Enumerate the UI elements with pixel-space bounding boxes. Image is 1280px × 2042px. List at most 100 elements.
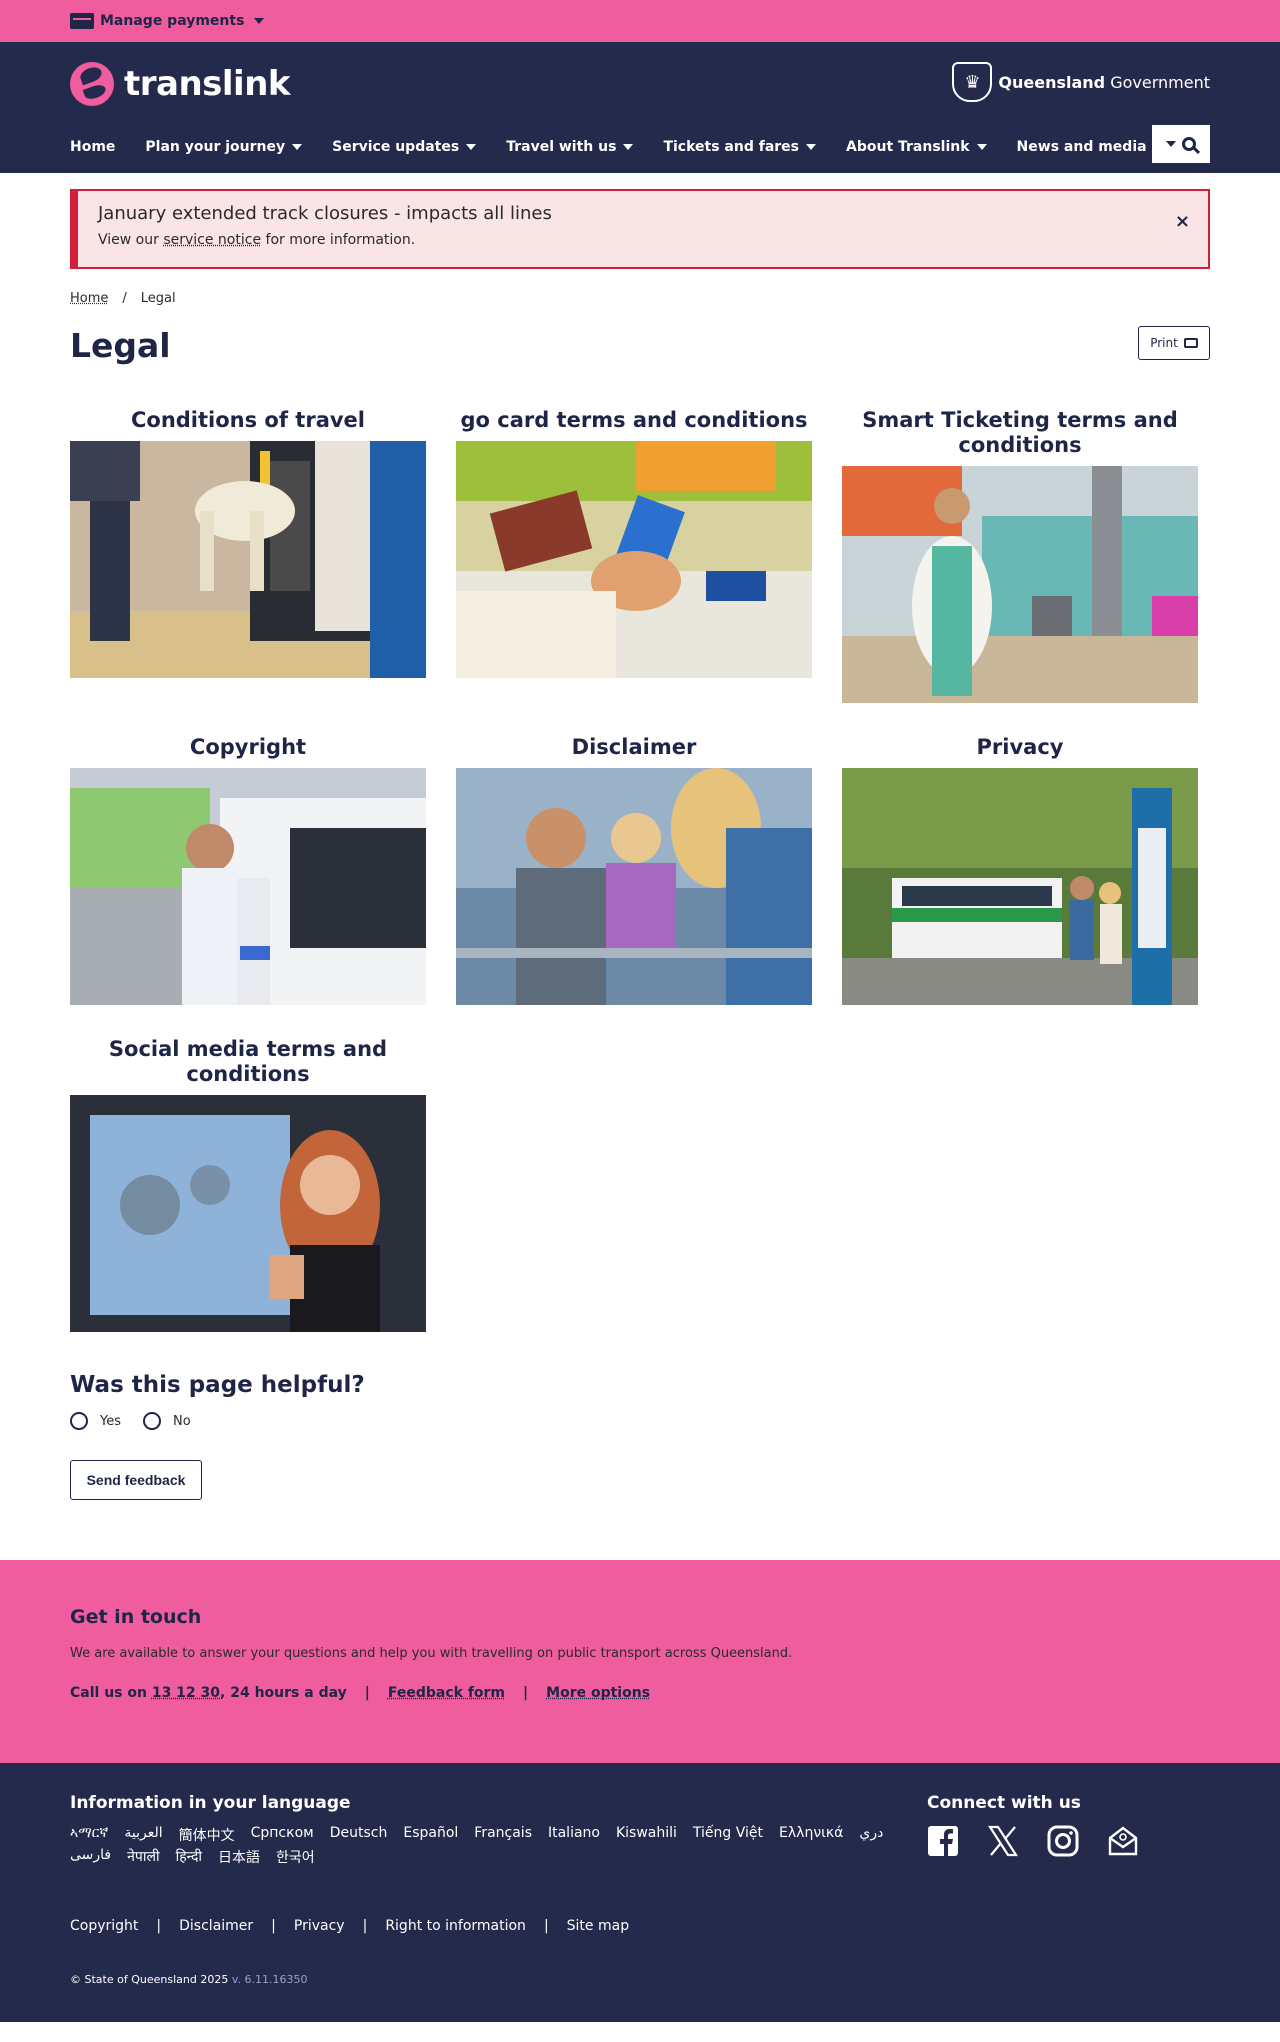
tile-image-guide-dog-boarding-bus: [70, 441, 426, 678]
manage-payments-menu[interactable]: Manage payments: [70, 13, 265, 29]
site-header: translink ♛ Queensland Government Home P…: [0, 42, 1280, 173]
language-link[interactable]: Italiano: [548, 1825, 600, 1845]
connect-section: Connect with us: [927, 1793, 1139, 1857]
footer-link-privacy[interactable]: Privacy: [294, 1918, 345, 1934]
tile-privacy[interactable]: Privacy: [842, 735, 1198, 1005]
search-toggle-button[interactable]: [1152, 125, 1210, 163]
alert-close-icon[interactable]: ×: [1175, 211, 1190, 232]
copyright-notice: © State of Queensland 2025 v. 6.11.16350: [70, 1973, 307, 1986]
caret-down-icon: [976, 144, 987, 150]
language-links: ኣማርኛ العربية 簡体中文 Српском Deutsch Españo…: [70, 1825, 890, 1867]
caret-down-icon: [623, 144, 634, 150]
translink-logo-mark-icon: [70, 62, 114, 106]
language-link[interactable]: हिन्दी: [176, 1847, 202, 1867]
breadcrumb-home[interactable]: Home: [70, 291, 108, 306]
translink-logo-text: translink: [124, 64, 291, 104]
nav-travel-with-us[interactable]: Travel with us: [506, 139, 634, 155]
language-link[interactable]: 한국어: [276, 1847, 315, 1867]
yes-label: Yes: [100, 1413, 121, 1429]
facebook-icon[interactable]: [927, 1825, 959, 1857]
tile-title: Copyright: [189, 735, 307, 759]
tile-title: Disclaimer: [571, 735, 697, 759]
service-notice-link[interactable]: service notice: [163, 232, 261, 248]
footer-link-right-to-information[interactable]: Right to information: [385, 1918, 526, 1934]
language-link[interactable]: Español: [403, 1825, 458, 1845]
language-link[interactable]: Српском: [251, 1825, 314, 1845]
footer-link-disclaimer[interactable]: Disclaimer: [179, 1918, 253, 1934]
nav-about-translink[interactable]: About Translink: [846, 139, 987, 155]
nav-service-updates[interactable]: Service updates: [332, 139, 477, 155]
credit-card-icon: [70, 13, 94, 29]
contact-links: Call us on 13 12 30, 24 hours a day | Fe…: [70, 1685, 1210, 1701]
call-us: Call us on 13 12 30, 24 hours a day: [70, 1685, 347, 1701]
tile-image-smart-ticketing-reader: [842, 466, 1198, 703]
print-label: Print: [1150, 336, 1178, 350]
email-newsletter-icon[interactable]: [1107, 1825, 1139, 1857]
separator: |: [271, 1918, 276, 1934]
nav-news-and-media[interactable]: News and media: [1017, 139, 1164, 155]
footer-links: Copyright | Disclaimer | Privacy | Right…: [70, 1918, 629, 1934]
language-link[interactable]: Français: [474, 1825, 532, 1845]
language-link[interactable]: فارسی: [70, 1847, 111, 1867]
gov-rest: Government: [1105, 72, 1210, 92]
language-link[interactable]: 簡体中文: [179, 1825, 235, 1845]
language-link[interactable]: Ελληνικά: [779, 1825, 843, 1845]
feedback-yes-option[interactable]: Yes: [70, 1412, 121, 1430]
gov-bold: Queensland: [998, 72, 1106, 92]
caret-down-icon: [292, 144, 303, 150]
queensland-crest-icon: ♛: [952, 62, 993, 102]
feedback-form-link[interactable]: Feedback form: [388, 1685, 505, 1701]
feedback-question: Was this page helpful?: [70, 1372, 365, 1398]
more-options-link[interactable]: More options: [546, 1685, 650, 1701]
feedback-options: Yes No: [70, 1412, 1210, 1430]
no-label: No: [173, 1413, 191, 1429]
separator: |: [543, 1918, 549, 1934]
nav-label: Home: [70, 139, 116, 155]
caret-down-icon: [806, 144, 816, 150]
connect-heading: Connect with us: [927, 1793, 1081, 1813]
alert-body-post: for more information.: [261, 232, 416, 248]
translink-logo[interactable]: translink: [70, 62, 291, 106]
language-link[interactable]: नेपाली: [127, 1847, 159, 1867]
page-feedback: Was this page helpful? Yes No Send feedb…: [70, 1372, 1210, 1500]
language-link[interactable]: 日本語: [218, 1847, 260, 1867]
queensland-government-logo[interactable]: ♛ Queensland Government: [952, 62, 1210, 102]
tile-image-go-card-purchase: [456, 441, 812, 678]
separator: |: [364, 1685, 370, 1701]
language-link[interactable]: العربية: [124, 1825, 162, 1845]
yes-radio[interactable]: [70, 1412, 88, 1430]
version-text: v. 6.11.16350: [231, 1973, 308, 1986]
tile-title: go card terms and conditions: [460, 408, 808, 432]
tile-go-card-terms[interactable]: go card terms and conditions: [456, 408, 812, 703]
x-icon[interactable]: [987, 1825, 1019, 1857]
tile-disclaimer[interactable]: Disclaimer: [456, 735, 812, 1005]
nav-label: Service updates: [332, 139, 460, 155]
tile-conditions-of-travel[interactable]: Conditions of travel: [70, 408, 426, 703]
print-button[interactable]: Print: [1138, 326, 1210, 360]
language-link[interactable]: Tiếng Việt: [693, 1825, 763, 1845]
site-footer: Information in your language ኣማርኛ العربي…: [0, 1763, 1280, 2022]
language-link[interactable]: Deutsch: [330, 1825, 388, 1845]
tile-social-media-terms[interactable]: Social media terms and conditions: [70, 1037, 426, 1332]
separator: |: [362, 1918, 368, 1934]
nav-plan-your-journey[interactable]: Plan your journey: [145, 139, 303, 155]
footer-link-copyright[interactable]: Copyright: [70, 1918, 138, 1934]
nav-tickets-and-fares[interactable]: Tickets and fares: [663, 139, 816, 155]
instagram-icon[interactable]: [1047, 1825, 1079, 1857]
tile-smart-ticketing-terms[interactable]: Smart Ticketing terms and conditions: [842, 408, 1198, 703]
nav-home[interactable]: Home: [70, 139, 115, 155]
phone-link[interactable]: 13 12 30: [152, 1685, 220, 1701]
feedback-no-option[interactable]: No: [143, 1412, 191, 1430]
tile-copyright[interactable]: Copyright: [70, 735, 426, 1005]
get-in-touch-section: Get in touch We are available to answer …: [0, 1560, 1280, 1763]
social-links: [927, 1825, 1139, 1857]
footer-link-site-map[interactable]: Site map: [567, 1918, 629, 1934]
send-feedback-button[interactable]: Send feedback: [70, 1460, 202, 1500]
no-radio[interactable]: [143, 1412, 161, 1430]
language-link[interactable]: Kiswahili: [616, 1825, 677, 1845]
tile-image-friends-on-ferry: [456, 768, 812, 1005]
service-alert: January extended track closures - impact…: [70, 189, 1210, 269]
get-in-touch-heading: Get in touch: [70, 1606, 202, 1628]
language-link[interactable]: دري: [859, 1825, 883, 1845]
language-link[interactable]: ኣማርኛ: [70, 1825, 108, 1845]
